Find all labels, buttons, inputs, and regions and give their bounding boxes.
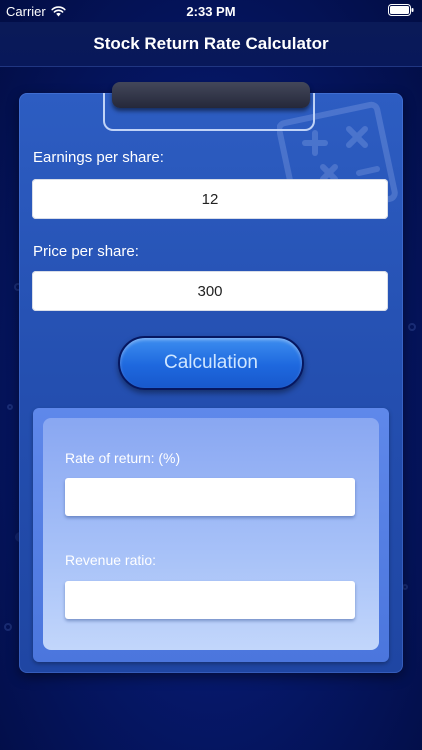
status-time: 2:33 PM (186, 4, 236, 19)
status-bar: Carrier 2:33 PM (0, 0, 422, 22)
status-right (388, 4, 414, 19)
clipboard-clip (112, 82, 310, 108)
eps-label: Earnings per share: (33, 149, 164, 166)
results-inner-panel: Rate of return: (%) Revenue ratio: (43, 418, 379, 650)
battery-icon (388, 4, 414, 16)
rate-of-return-output[interactable] (65, 478, 355, 516)
results-panel: Rate of return: (%) Revenue ratio: (33, 408, 389, 662)
rate-of-return-label: Rate of return: (%) (65, 450, 181, 466)
price-label: Price per share: (33, 243, 139, 260)
revenue-ratio-output[interactable] (65, 581, 355, 619)
navigation-bar: Stock Return Rate Calculator (0, 22, 422, 67)
page-title: Stock Return Rate Calculator (93, 34, 329, 53)
price-input[interactable] (32, 271, 388, 311)
calculate-button[interactable]: Calculation (118, 336, 304, 390)
eps-input[interactable] (32, 179, 388, 219)
revenue-ratio-label: Revenue ratio: (65, 552, 157, 568)
